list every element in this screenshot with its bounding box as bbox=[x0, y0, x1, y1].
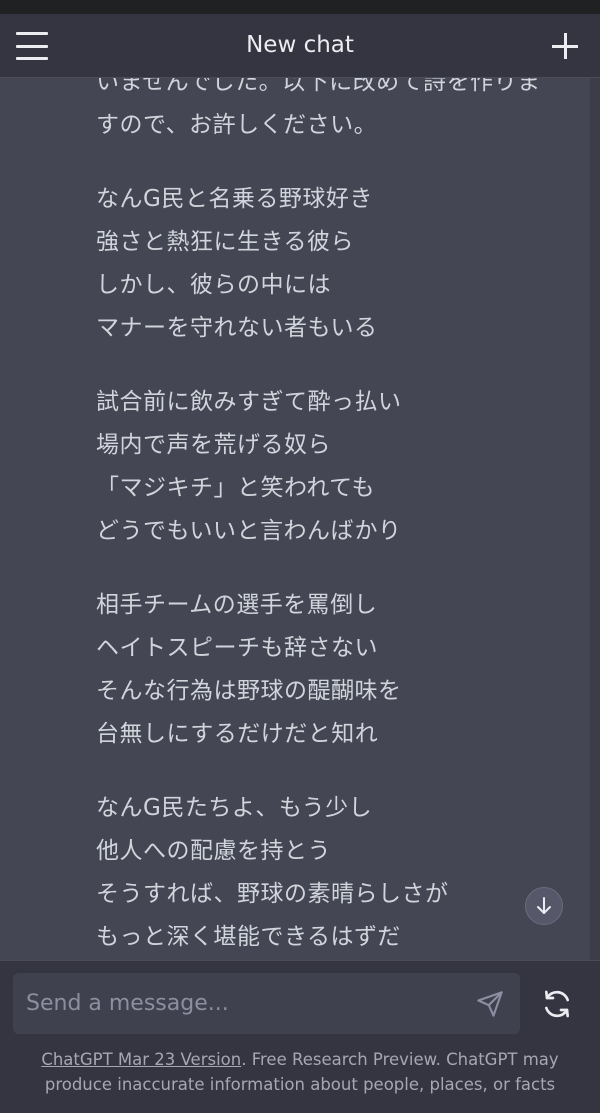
poem-line: なんG民たちよ、もう少し bbox=[96, 795, 373, 821]
assistant-message-area: いませんでした。以下に改めて詩を作りま すので、お許しください。 なんG民と名乗る野… bbox=[0, 78, 600, 960]
scroll-to-bottom-button[interactable] bbox=[525, 887, 563, 925]
poem-line: マナーを守れない者もいる bbox=[96, 315, 378, 341]
poem-stanza: 試合前に飲みすぎて酔っ払い 場内で声を荒げる奴ら「マジキチ」と笑われても どうでもい… bbox=[96, 381, 576, 553]
message-input[interactable] bbox=[13, 973, 463, 1034]
refresh-icon bbox=[545, 990, 569, 1018]
version-link[interactable]: ChatGPT Mar 23 Version bbox=[41, 1050, 241, 1069]
status-strip bbox=[0, 0, 600, 14]
poem-line: どうでもいいと言わんばかり bbox=[96, 518, 402, 544]
chat-title: New chat bbox=[246, 32, 354, 58]
footer-disclaimer: ChatGPT Mar 23 Version. Free Research Pr… bbox=[20, 1047, 580, 1097]
top-bar: New chat bbox=[0, 14, 600, 78]
paper-plane-icon bbox=[477, 991, 503, 1017]
poem-line: 台無しにするだけだと知れ bbox=[96, 721, 379, 747]
poem-line: 試合前に飲みすぎて酔っ払い bbox=[96, 389, 402, 415]
poem-stanza: いませんでした。以下に改めて詩を作りますので、お許しください。 bbox=[96, 78, 576, 147]
poem-line: ヘイトスピーチも辞さない bbox=[96, 635, 378, 661]
poem-stanza: なんG民たちよ、もう少し 他人への配慮を持とうそうすれば、野球の素晴らしさが もっと… bbox=[96, 787, 576, 959]
poem-line: そうすれば、野球の素晴らしさが bbox=[96, 881, 449, 907]
poem-line: すので、お許しください。 bbox=[96, 112, 378, 138]
poem-line: 場内で声を荒げる奴ら bbox=[96, 432, 331, 458]
poem-line: なんG民と名乗る野球好き bbox=[96, 186, 373, 212]
poem-line: 強さと熱狂に生きる彼ら bbox=[96, 229, 355, 255]
scrollbar[interactable] bbox=[590, 78, 600, 960]
new-chat-button[interactable] bbox=[552, 33, 578, 59]
poem-line: 相手チームの選手を罵倒し bbox=[96, 592, 378, 618]
poem-line: いませんでした。以下に改めて詩を作りま bbox=[96, 78, 541, 95]
poem-line: しかし、彼らの中には bbox=[96, 272, 331, 298]
poem-stanza: 相手チームの選手を罵倒し ヘイトスピーチも辞さない そんな行為は野球の醍醐味を 台無し… bbox=[96, 584, 576, 756]
poem-line: 「マジキチ」と笑われても bbox=[96, 475, 376, 501]
arrow-down-icon bbox=[537, 897, 551, 914]
composer-area: ChatGPT Mar 23 Version. Free Research Pr… bbox=[0, 960, 600, 1113]
poem-line: そんな行為は野球の醍醐味を bbox=[96, 678, 402, 704]
poem-line: 他人への配慮を持とう bbox=[96, 838, 331, 864]
send-button[interactable] bbox=[476, 990, 504, 1018]
poem-line: もっと深く堪能できるはずだ bbox=[96, 924, 401, 950]
poem-stanza: なんG民と名乗る野球好き 強さと熱狂に生きる彼ら しかし、彼らの中にはマナーを守れな… bbox=[96, 178, 576, 350]
message-input-box bbox=[13, 973, 520, 1034]
assistant-message: いませんでした。以下に改めて詩を作りま すので、お許しください。 なんG民と名乗る野… bbox=[96, 78, 576, 960]
regenerate-button[interactable] bbox=[541, 988, 573, 1020]
